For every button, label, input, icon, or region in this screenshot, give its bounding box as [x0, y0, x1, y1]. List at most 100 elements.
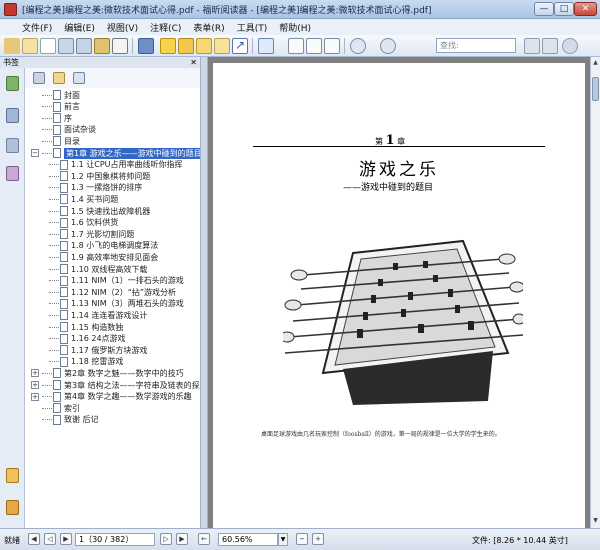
zoom-in-status-icon[interactable]: + [312, 533, 324, 545]
bookmark-item[interactable]: 1.6 饮料供货 [49, 217, 118, 229]
signature-tab-icon[interactable] [6, 500, 19, 515]
bookmark-item[interactable]: 1.15 构造数独 [49, 321, 123, 333]
note-icon[interactable] [178, 38, 194, 54]
maximize-button[interactable]: □ [554, 2, 574, 16]
page-number-field[interactable]: 1（30 / 382） [75, 533, 155, 546]
scroll-thumb[interactable] [592, 77, 599, 101]
minimize-button[interactable]: — [534, 2, 554, 16]
bookmark-item[interactable]: 1.10 双线程高效下载 [49, 263, 147, 275]
bookmark-item[interactable]: 1.4 买书问题 [49, 193, 118, 205]
tree-connector [49, 291, 59, 293]
chapter-title: 游戏之乐 [359, 160, 439, 180]
bookmark-label: 1.18 挖雷游戏 [71, 357, 124, 367]
zoom-field[interactable]: 60.56% [218, 533, 278, 546]
zoom-out-icon[interactable] [350, 38, 366, 54]
zoom-dropdown-icon[interactable]: ▼ [278, 533, 288, 546]
search-input[interactable]: 查找: [436, 38, 516, 53]
select-text-icon[interactable] [22, 38, 38, 54]
bookmark-item[interactable]: 前言 [31, 101, 80, 113]
tree-connector [49, 326, 59, 328]
bookmark-item[interactable]: 1.2 中国象棋将帅问题 [49, 170, 150, 182]
rotate-icon[interactable] [324, 38, 340, 54]
scroll-down-icon[interactable]: ▼ [592, 517, 599, 524]
bookmark-item[interactable]: 1.1 让CPU占用率曲线听你指挥 [49, 159, 183, 171]
go-icon[interactable]: ▶ [60, 533, 72, 545]
search-icon[interactable] [562, 38, 578, 54]
menu-help[interactable]: 帮助(H) [279, 21, 311, 34]
pages-tab-icon[interactable] [6, 108, 19, 123]
menu-tools[interactable]: 工具(T) [237, 21, 268, 34]
bookmark-item[interactable]: − 第1章 游戏之乐——游戏中碰到的题目 [31, 147, 200, 159]
hand-tool-icon[interactable] [4, 38, 20, 54]
delete-bookmark-icon[interactable] [33, 72, 45, 84]
page-icon [60, 322, 68, 332]
bookmarks-tab-icon[interactable] [6, 76, 19, 91]
find-icon[interactable] [58, 38, 74, 54]
bookmark-item[interactable]: 索引 [31, 402, 80, 414]
bookmark-label: 1.2 中国象棋将帅问题 [71, 171, 151, 181]
menu-view[interactable]: 视图(V) [107, 21, 138, 34]
menu-comment[interactable]: 注释(C) [150, 21, 181, 34]
tree-connector [49, 338, 59, 340]
bookmark-item[interactable]: 1.9 高效率地安排见面会 [49, 251, 158, 263]
bookmark-item[interactable]: 1.13 NIM（3）两堆石头的游戏 [49, 298, 184, 310]
bookmark-item[interactable]: + 第4章 数学之趣——数学游戏的乐趣 [31, 391, 192, 403]
bookmark-item[interactable]: + 第2章 数字之魅——数字中的技巧 [31, 367, 184, 379]
open-icon[interactable] [94, 38, 110, 54]
next-page-icon[interactable]: ▷ [160, 533, 172, 545]
arrow-tool-icon[interactable]: ↗ [232, 38, 248, 54]
annotation-icon[interactable] [138, 38, 154, 54]
new-bookmark-icon[interactable] [53, 72, 65, 84]
bookmark-item[interactable]: 1.16 24点游戏 [49, 333, 126, 345]
menu-file[interactable]: 文件(F) [22, 21, 52, 34]
fit-page-icon[interactable] [288, 38, 304, 54]
fit-width-icon[interactable] [306, 38, 322, 54]
scroll-up-icon[interactable]: ▲ [592, 59, 599, 66]
bookmark-item[interactable]: 1.11 NIM（1）一排石头的游戏 [49, 275, 184, 287]
bookmark-item[interactable]: 序 [31, 112, 72, 124]
bookmark-item[interactable]: 1.3 一摞烙饼的排序 [49, 182, 142, 194]
copy-icon[interactable] [76, 38, 92, 54]
expand-bookmark-icon[interactable] [73, 72, 85, 84]
expand-toggle-icon[interactable]: + [31, 392, 39, 401]
close-button[interactable]: ✕ [574, 2, 597, 16]
bookmark-item[interactable]: 1.17 俄罗斯方块游戏 [49, 344, 147, 356]
sidebar-close-icon[interactable]: ✕ [190, 57, 197, 68]
print-icon[interactable] [112, 38, 128, 54]
expand-toggle-icon[interactable]: − [31, 149, 39, 157]
last-page-icon[interactable]: ▶ [176, 533, 188, 545]
comment-icon[interactable] [214, 38, 230, 54]
bookmark-item[interactable]: 1.14 连连看游戏设计 [49, 309, 147, 321]
attachments-tab-icon[interactable] [6, 166, 19, 181]
back-icon[interactable]: ← [198, 533, 210, 545]
sidebar-splitter[interactable] [200, 57, 208, 528]
bookmark-item[interactable]: 1.18 挖雷游戏 [49, 356, 123, 368]
menu-form[interactable]: 表单(R) [193, 21, 224, 34]
bookmark-item[interactable]: 面试杂谈 [31, 124, 96, 136]
search-prev-icon[interactable] [524, 38, 540, 54]
zoom-in-icon[interactable] [258, 38, 274, 54]
bookmark-item[interactable]: 致谢 后记 [31, 414, 99, 426]
menu-edit[interactable]: 编辑(E) [64, 21, 95, 34]
bookmark-item[interactable]: + 第3章 结构之法——字符串及链表的探索 [31, 379, 200, 391]
document-view[interactable]: 第 1 章 游戏之乐 ——游戏中碰到的题目 桌面足球游戏由几名玩家控制（foos… [208, 57, 590, 528]
layers-tab-icon[interactable] [6, 138, 19, 153]
bookmark-item[interactable]: 1.5 快速找出故障机器 [49, 205, 150, 217]
comments-tab-icon[interactable] [6, 468, 19, 483]
typewriter-icon[interactable] [196, 38, 212, 54]
bookmark-item[interactable]: 1.8 小飞的电梯调度算法 [49, 240, 158, 252]
highlight-icon[interactable] [160, 38, 176, 54]
search-next-icon[interactable] [542, 38, 558, 54]
snapshot-icon[interactable] [40, 38, 56, 54]
vertical-scrollbar[interactable]: ▲ ▼ [590, 57, 600, 528]
bookmark-item[interactable]: 1.12 NIM（2）“拈”游戏分析 [49, 286, 176, 298]
bookmark-item[interactable]: 目录 [31, 135, 80, 147]
expand-toggle-icon[interactable]: + [31, 381, 39, 389]
first-page-icon[interactable]: ◀ [28, 533, 40, 545]
zoom-out-status-icon[interactable]: − [296, 533, 308, 545]
expand-toggle-icon[interactable]: + [31, 369, 39, 378]
bookmark-item[interactable]: 1.7 光影切割问题 [49, 228, 134, 240]
zoom-in-circle-icon[interactable] [380, 38, 396, 54]
prev-page-icon[interactable]: ◁ [44, 533, 56, 545]
bookmark-item[interactable]: 封面 [31, 89, 80, 101]
